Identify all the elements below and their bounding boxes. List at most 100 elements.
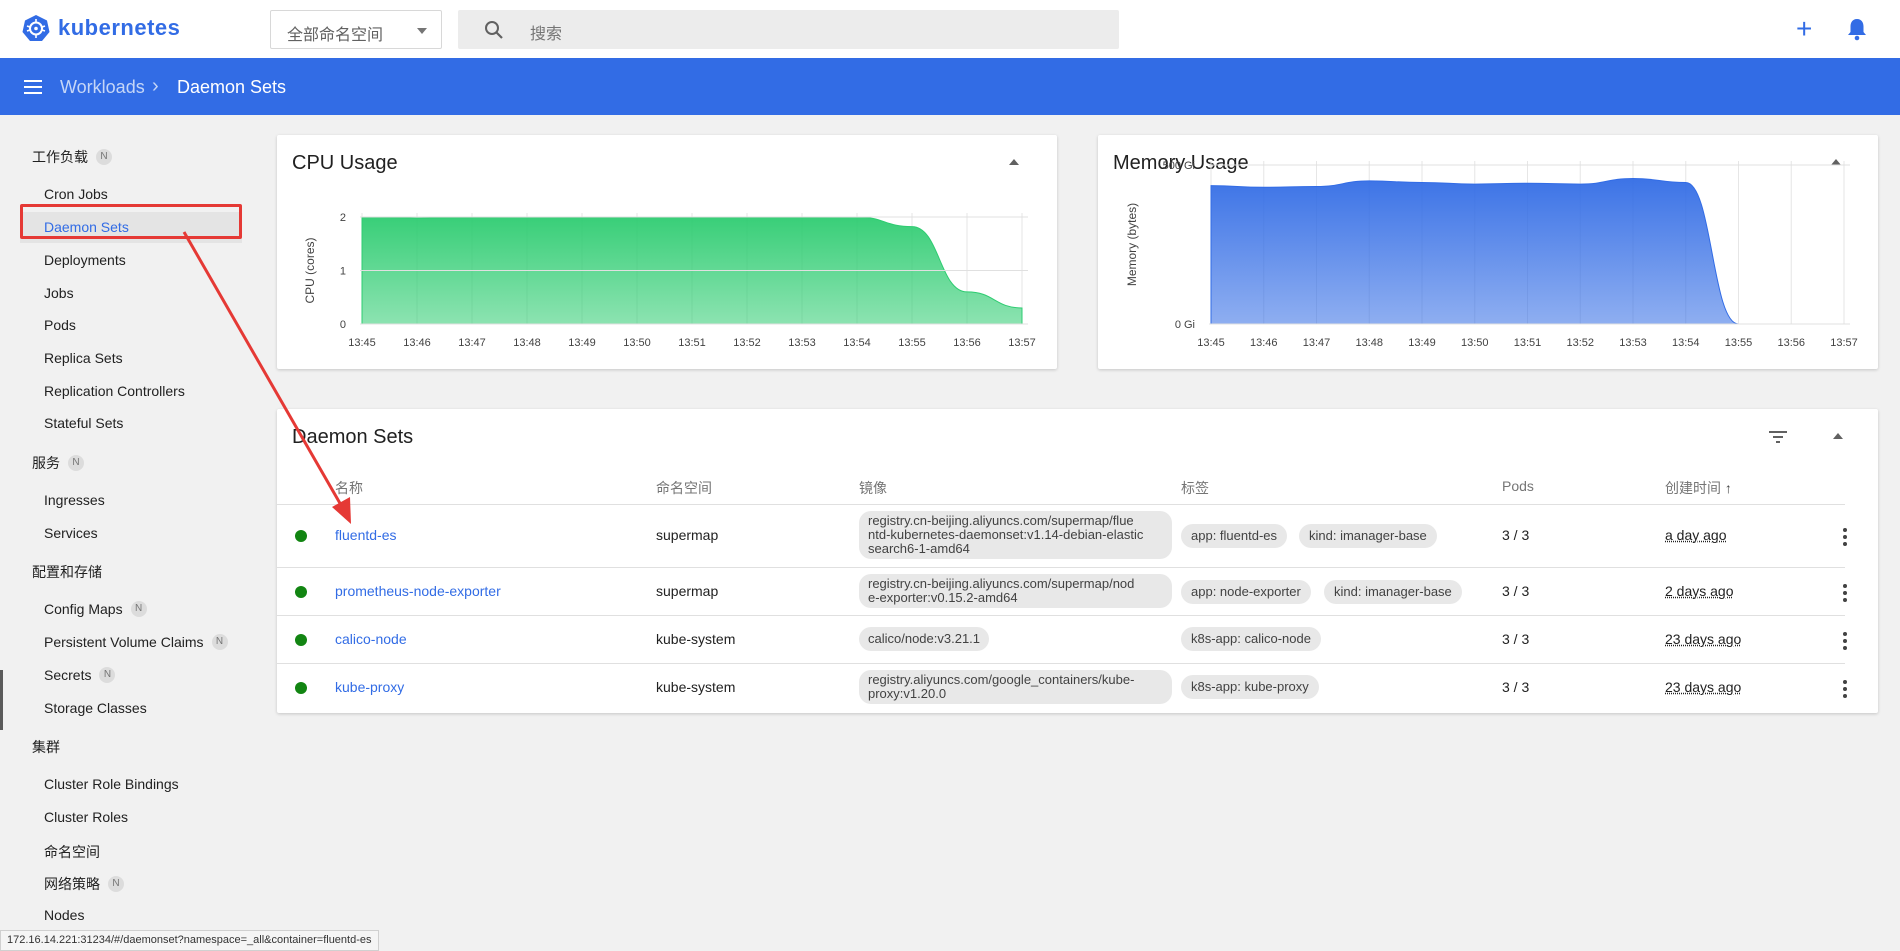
label-chip: k8s-app: kube-proxy <box>1181 675 1319 699</box>
x-tick-label: 13:52 <box>733 337 761 349</box>
sidebar-item-label: Cluster Role Bindings <box>44 776 179 792</box>
create-plus-icon[interactable]: + <box>1796 15 1812 43</box>
sidebar-item-network-policies[interactable]: 网络策略 N <box>44 874 124 894</box>
sidebar-item-secrets[interactable]: Secrets N <box>44 667 116 683</box>
label-chip: k8s-app: calico-node <box>1181 627 1321 651</box>
sidebar-item-jobs[interactable]: Jobs <box>44 285 74 301</box>
x-tick-label: 13:56 <box>1777 337 1805 349</box>
more-vert-icon[interactable] <box>1843 632 1847 653</box>
image-line: calico/node:v3.21.1 <box>868 631 981 646</box>
x-tick-label: 13:55 <box>898 337 926 349</box>
y-tick-label: 2 <box>340 212 346 224</box>
filter-icon[interactable] <box>1768 429 1788 445</box>
label-chip: app: node-exporter <box>1181 580 1311 604</box>
row-divider <box>277 567 1845 568</box>
namespaced-badge: N <box>68 455 84 471</box>
x-tick-label: 13:56 <box>953 337 981 349</box>
sidebar-section-label: 集群 <box>32 739 60 755</box>
column-header-name[interactable]: 名称 <box>335 478 363 498</box>
breadcrumb-workloads[interactable]: Workloads <box>60 77 145 98</box>
more-vert-icon[interactable] <box>1843 680 1847 701</box>
sidebar-item-label: Cron Jobs <box>44 186 108 202</box>
sidebar-item-config-maps[interactable]: Config Maps N <box>44 601 147 617</box>
sidebar-item-cluster-role-bindings[interactable]: Cluster Role Bindings <box>44 776 179 792</box>
row-divider <box>277 615 1845 616</box>
sidebar-item-label: Services <box>44 525 98 541</box>
column-header-created-label: 创建时间 <box>1665 480 1721 496</box>
daemonset-name-link[interactable]: calico-node <box>335 631 407 647</box>
pods-count: 3 / 3 <box>1502 527 1530 543</box>
sidebar-item-cluster-roles[interactable]: Cluster Roles <box>44 809 128 825</box>
sidebar-item-deployments[interactable]: Deployments <box>44 252 126 268</box>
daemonset-name-link[interactable]: fluentd-es <box>335 527 396 543</box>
sidebar-item-label: Replica Sets <box>44 350 123 366</box>
namespace-select[interactable]: 全部命名空间 <box>270 10 442 49</box>
daemonset-namespace: supermap <box>656 583 719 599</box>
app-name: kubernetes <box>58 15 181 40</box>
sidebar-item-label: 网络策略 <box>44 876 100 892</box>
y-axis-label: CPU (cores) <box>303 237 317 303</box>
column-header-labels[interactable]: 标签 <box>1181 478 1209 498</box>
search-input[interactable]: 搜索 <box>458 10 1119 49</box>
status-ok-icon <box>295 530 307 542</box>
cpu-usage-chart: 0 1 2 13:45 13:46 13:47 13:48 13:49 13:50 13:51 13… <box>303 212 1036 349</box>
x-tick-label: 13:54 <box>843 337 871 349</box>
sidebar-item-namespaces[interactable]: 命名空间 <box>44 842 100 862</box>
x-tick-label: 13:46 <box>1250 337 1278 349</box>
kubernetes-logo[interactable]: kubernetes <box>22 14 180 42</box>
image-chip: registry.cn-beijing.aliyuncs.com/superma… <box>859 511 1172 559</box>
sidebar-item-persistent-volume-claims[interactable]: Persistent Volume Claims N <box>44 634 228 650</box>
daemonset-namespace: supermap <box>656 527 719 543</box>
more-vert-icon[interactable] <box>1843 584 1847 605</box>
sidebar-item-nodes[interactable]: Nodes <box>44 907 84 923</box>
image-line: ntd-kubernetes-daemonset:v1.14-debian-el… <box>868 527 1144 542</box>
column-header-namespace[interactable]: 命名空间 <box>656 478 712 498</box>
y-tick-label: 1 <box>340 266 346 278</box>
more-vert-icon[interactable] <box>1843 528 1847 549</box>
sidebar-item-ingresses[interactable]: Ingresses <box>44 492 105 508</box>
sidebar-section-label: 工作负载 <box>32 149 88 165</box>
sidebar-section-label: 服务 <box>32 455 60 471</box>
namespaced-badge: N <box>108 876 124 892</box>
sidebar-item-services[interactable]: Services <box>44 525 98 541</box>
column-header-pods[interactable]: Pods <box>1502 478 1534 494</box>
daemonset-name-link[interactable]: prometheus-node-exporter <box>335 583 501 599</box>
sidebar-section-label: 配置和存储 <box>32 564 102 580</box>
x-tick-label: 13:49 <box>568 337 596 349</box>
row-divider <box>277 663 1845 664</box>
sidebar-item-label: Cluster Roles <box>44 809 129 825</box>
sidebar-item-pods[interactable]: Pods <box>44 317 76 333</box>
x-tick-label: 13:50 <box>1461 337 1489 349</box>
x-tick-label: 13:55 <box>1725 337 1753 349</box>
sidebar-item-storage-classes[interactable]: Storage Classes <box>44 700 147 716</box>
sidebar-item-label: Pods <box>44 317 76 333</box>
image-line: registry.aliyuncs.com/google_containers/… <box>868 672 1135 687</box>
annotation-highlight-box <box>20 204 242 239</box>
collapse-icon[interactable] <box>1833 433 1843 439</box>
menu-hamburger-icon[interactable] <box>24 80 42 94</box>
sidebar-section-cluster[interactable]: 集群 <box>32 737 60 757</box>
search-placeholder: 搜索 <box>530 26 563 43</box>
sidebar-section-config-storage[interactable]: 配置和存储 <box>32 562 102 582</box>
daemonset-name-link[interactable]: kube-proxy <box>335 679 404 695</box>
caret-down-icon <box>417 28 427 34</box>
x-tick-label: 13:47 <box>1303 337 1331 349</box>
sidebar-item-replica-sets[interactable]: Replica Sets <box>44 350 123 366</box>
sidebar-item-cron-jobs[interactable]: Cron Jobs <box>44 186 108 202</box>
column-header-created[interactable]: 创建时间 ↑ <box>1665 478 1732 498</box>
status-bar-url: 172.16.14.221:31234/#/daemonset?namespac… <box>0 930 379 951</box>
pods-count: 3 / 3 <box>1502 679 1530 695</box>
namespaced-badge: N <box>130 601 147 617</box>
x-tick-label: 13:45 <box>348 337 376 349</box>
daemon-sets-title: Daemon Sets <box>292 426 414 448</box>
sidebar-item-stateful-sets[interactable]: Stateful Sets <box>44 415 123 431</box>
notifications-bell-icon[interactable] <box>1846 17 1868 41</box>
x-tick-label: 13:52 <box>1566 337 1594 349</box>
scroll-indicator <box>0 670 3 730</box>
sidebar-section-workloads[interactable]: 工作负载 N <box>32 147 112 167</box>
pods-count: 3 / 3 <box>1502 631 1530 647</box>
sidebar-section-services[interactable]: 服务 N <box>32 453 84 473</box>
sidebar-item-replication-controllers[interactable]: Replication Controllers <box>44 383 185 399</box>
image-line: registry.cn-beijing.aliyuncs.com/superma… <box>868 513 1134 528</box>
column-header-image[interactable]: 镜像 <box>859 478 887 498</box>
